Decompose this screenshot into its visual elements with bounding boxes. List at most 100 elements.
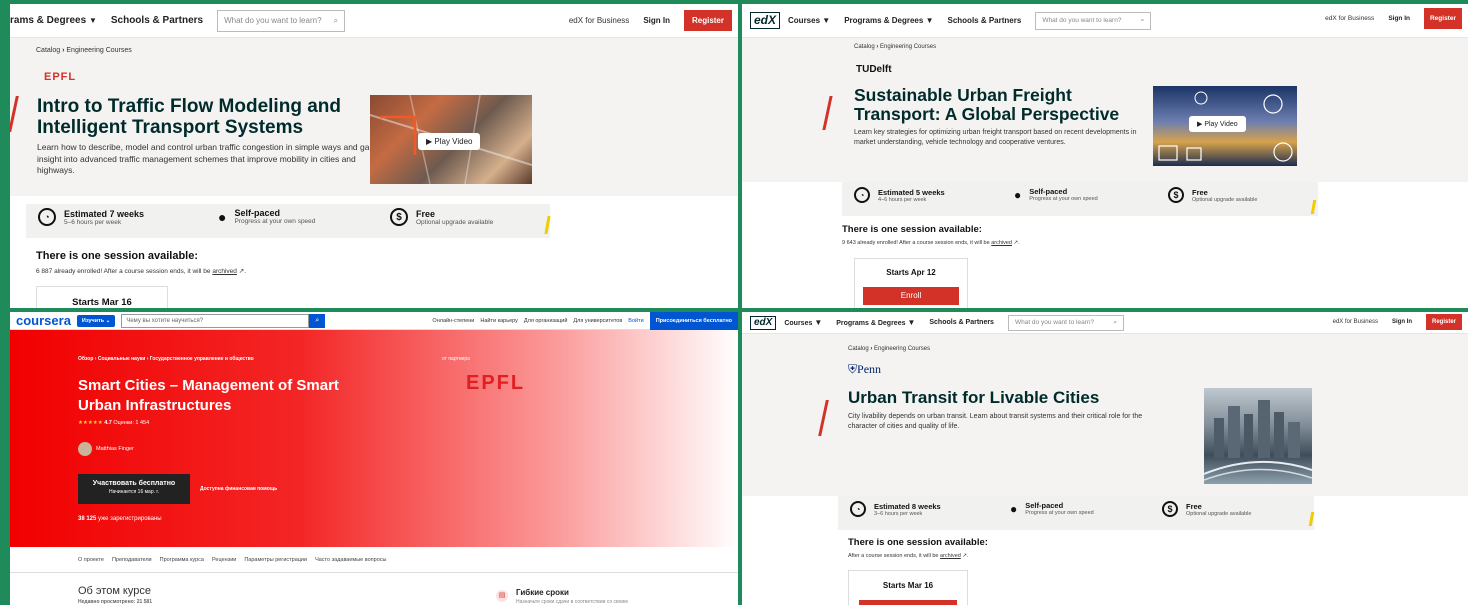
login-link[interactable]: Войти bbox=[628, 318, 643, 324]
instructor-name: Matthias Finger bbox=[96, 446, 134, 452]
breadcrumb-public-admin[interactable]: Государственное управление и общество bbox=[150, 356, 254, 362]
stat-price: $ Free Optional upgrade available bbox=[1162, 501, 1251, 517]
business-link[interactable]: edX for Business bbox=[1325, 15, 1374, 22]
coursera-logo[interactable]: coursera bbox=[16, 313, 71, 328]
course-description: Learn how to describe, model and control… bbox=[37, 142, 377, 175]
session-start-date: Starts Mar 16 bbox=[72, 297, 132, 308]
edx-logo[interactable]: edX bbox=[750, 12, 781, 29]
recent-views: Недавно просмотрено: 21 581 bbox=[78, 599, 152, 605]
course-stats-bar: ◔ Estimated 8 weeks 3–6 hours per week ● … bbox=[838, 496, 1314, 530]
school-logo[interactable]: EPFL bbox=[44, 71, 76, 83]
nav-programs-degrees[interactable]: Programs & Degrees ▼ bbox=[844, 16, 933, 25]
session-card[interactable]: Starts Mar 16 bbox=[36, 286, 168, 308]
session-info: There is one session available: 6 887 al… bbox=[36, 250, 246, 275]
dollar-icon: $ bbox=[390, 208, 408, 226]
nav-courses[interactable]: Courses ▼ bbox=[784, 318, 822, 327]
breadcrumb-engineering[interactable]: Engineering Courses bbox=[874, 346, 930, 352]
archived-link[interactable]: archived bbox=[212, 268, 237, 275]
breadcrumb-engineering[interactable]: Engineering Courses bbox=[66, 47, 131, 54]
sign-in-button[interactable]: Sign In bbox=[1392, 319, 1412, 325]
explore-button[interactable]: Изучить ⌄ bbox=[76, 314, 116, 327]
enroll-button[interactable]: Enroll bbox=[863, 287, 959, 305]
stat-duration-sub: 3–6 hours per week bbox=[874, 510, 923, 517]
tab-faq[interactable]: Часто задаваемые вопросы bbox=[315, 557, 386, 563]
start-date: Начинается 16 мар. г. bbox=[109, 489, 159, 495]
nav-schools-partners[interactable]: Schools & Partners bbox=[948, 16, 1022, 25]
breadcrumb-overview[interactable]: Обзор bbox=[78, 356, 93, 362]
clock-icon: ◔ bbox=[850, 501, 866, 517]
divider bbox=[10, 572, 738, 573]
search-icon: ⌕ bbox=[1140, 16, 1145, 24]
breadcrumb-catalog[interactable]: Catalog bbox=[854, 44, 875, 50]
school-logo[interactable]: TUDelft bbox=[856, 64, 892, 75]
register-button[interactable]: Register bbox=[1423, 8, 1462, 29]
breadcrumb-catalog[interactable]: Catalog bbox=[36, 47, 60, 54]
partner-logo[interactable]: EPFL bbox=[466, 372, 525, 395]
stat-price-sub: Optional upgrade available bbox=[1186, 510, 1252, 517]
search-input[interactable]: What do you want to learn? ⌕ bbox=[1035, 11, 1152, 30]
nav-find-career[interactable]: Найти карьеру bbox=[480, 318, 518, 324]
search-input[interactable]: Чему вы хотите научиться? bbox=[121, 313, 310, 328]
course-video-thumbnail[interactable]: ▶ Play Video bbox=[370, 95, 532, 184]
tab-reviews[interactable]: Рецензии bbox=[212, 557, 236, 563]
stat-duration: ◔ Estimated 5 weeks 4–6 hours per week bbox=[854, 187, 945, 203]
school-logo[interactable]: ⛨Penn bbox=[848, 362, 881, 377]
business-link[interactable]: edX for Business bbox=[1333, 319, 1378, 325]
nav-programs-degrees[interactable]: Programs & Degrees ▼ bbox=[836, 318, 915, 327]
play-video-button[interactable]: ▶ Play Video bbox=[418, 133, 481, 150]
session-info: There is one session available: After a … bbox=[848, 537, 988, 559]
enrolled-count: 38 125 уже зарегистрированы bbox=[78, 516, 162, 522]
chevron-down-icon: ▼ bbox=[822, 16, 831, 25]
tab-syllabus[interactable]: Программа курса bbox=[160, 557, 204, 563]
register-button[interactable]: Register bbox=[683, 10, 732, 31]
breadcrumb: Catalog › Engineering Courses bbox=[36, 47, 132, 54]
archived-link[interactable]: archived bbox=[991, 240, 1012, 246]
search-icon[interactable]: ⌕ bbox=[309, 313, 326, 328]
session-start-date: Starts Apr 12 bbox=[886, 268, 936, 277]
nav-schools-partners[interactable]: Schools & Partners bbox=[111, 15, 203, 26]
enroll-free-button[interactable]: Участвовать бесплатно Начинается 16 мар.… bbox=[78, 474, 190, 504]
register-button[interactable]: Register bbox=[1425, 314, 1462, 330]
enroll-button[interactable] bbox=[859, 600, 957, 605]
search-input[interactable]: What do you want to learn? ⌕ bbox=[217, 9, 346, 32]
nav-courses[interactable]: Courses ▼ bbox=[788, 16, 830, 25]
nav-for-business[interactable]: Для организаций bbox=[524, 318, 568, 324]
calendar-icon: ▤ bbox=[496, 590, 508, 602]
enrolled-text: уже зарегистрированы bbox=[98, 516, 162, 522]
breadcrumb-social-sciences[interactable]: Социальные науки bbox=[98, 356, 145, 362]
tab-enrollment-options[interactable]: Параметры регистрации bbox=[244, 557, 307, 563]
ratings-count[interactable]: Оценки: 1 454 bbox=[113, 420, 149, 426]
sign-in-button[interactable]: Sign In bbox=[643, 16, 670, 25]
course-hero: Catalog › Engineering Courses ⛨Penn Urba… bbox=[742, 334, 1468, 496]
course-video-thumbnail[interactable]: ▶ Play Video bbox=[1153, 86, 1297, 166]
sign-in-button[interactable]: Sign In bbox=[1388, 15, 1410, 22]
archived-link[interactable]: archived bbox=[940, 553, 961, 559]
nav-schools-partners[interactable]: Schools & Partners bbox=[929, 319, 994, 326]
breadcrumb-catalog[interactable]: Catalog bbox=[848, 346, 869, 352]
tab-about[interactable]: О проекте bbox=[78, 557, 104, 563]
nav-online-degrees[interactable]: Онлайн-степени bbox=[432, 318, 474, 324]
breadcrumb-engineering[interactable]: Engineering Courses bbox=[880, 44, 936, 50]
clock-icon: ◔ bbox=[38, 208, 56, 226]
course-hero: Catalog › Engineering Courses EPFL Intro… bbox=[10, 38, 738, 196]
coursera-header: coursera Изучить ⌄ Чему вы хотите научит… bbox=[10, 312, 738, 330]
stat-price: $ Free Optional upgrade available bbox=[1168, 187, 1257, 203]
nav-for-universities[interactable]: Для университетов bbox=[573, 318, 622, 324]
session-card[interactable]: Starts Mar 16 bbox=[848, 570, 968, 605]
session-info: There is one session available: 9 643 al… bbox=[842, 224, 1020, 246]
edx-logo[interactable]: edX bbox=[750, 315, 777, 330]
financial-aid-link[interactable]: Доступна финансовая помощь bbox=[200, 486, 277, 492]
person-icon: ● bbox=[1014, 187, 1022, 202]
search-input[interactable]: What do you want to learn? ⌕ bbox=[1007, 314, 1124, 331]
external-link-icon: ↗ bbox=[238, 268, 245, 275]
stat-price-title: Free bbox=[1186, 501, 1202, 511]
tab-instructors[interactable]: Преподаватели bbox=[112, 557, 152, 563]
play-video-button[interactable]: ▶ Play Video bbox=[1189, 116, 1246, 132]
flexible-deadlines-sub: Назначьте сроки сдачи в соответствии со … bbox=[516, 599, 628, 605]
nav-programs-degrees[interactable]: rams & Degrees ▼ bbox=[10, 15, 97, 26]
stat-duration: ◔ Estimated 7 weeks 5–6 hours per week bbox=[38, 208, 144, 226]
instructor[interactable]: Matthias Finger bbox=[78, 442, 134, 456]
flexible-deadlines-title: Гибкие сроки bbox=[516, 588, 569, 597]
business-link[interactable]: edX for Business bbox=[569, 16, 629, 25]
join-button[interactable]: Присоединиться бесплатно bbox=[649, 312, 738, 330]
